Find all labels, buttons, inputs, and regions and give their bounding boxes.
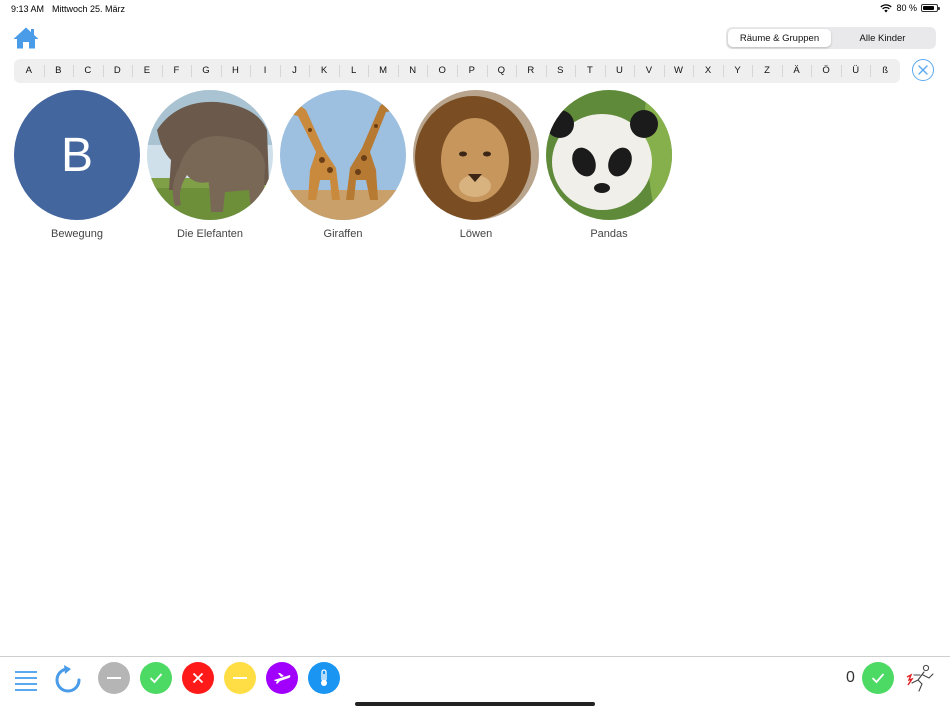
alphabet-letter[interactable]: G <box>191 59 221 83</box>
alphabet-letter[interactable]: Ö <box>811 59 841 83</box>
battery-icon <box>921 4 940 12</box>
home-icon <box>13 27 39 49</box>
alphabet-letter[interactable]: R <box>516 59 546 83</box>
alphabet-letter[interactable]: B <box>43 59 74 83</box>
home-indicator <box>355 702 595 706</box>
status-right: 80 % <box>880 3 940 13</box>
alphabet-letter[interactable]: E <box>132 59 162 83</box>
alphabet-letter[interactable]: W <box>663 59 694 83</box>
group-label: Löwen <box>459 228 493 240</box>
thermometer-icon <box>321 669 327 686</box>
airplane-icon <box>274 673 291 684</box>
segment-rooms-groups[interactable]: Räume & Gruppen <box>728 29 831 47</box>
view-segmented-control: Räume & Gruppen Alle Kinder <box>726 27 936 49</box>
alphabet-letter[interactable]: F <box>161 59 192 83</box>
giraffes-photo <box>280 90 406 220</box>
check-icon <box>871 673 885 684</box>
group-item-bewegung[interactable]: B Bewegung <box>14 90 140 240</box>
alphabet-letter[interactable]: Ä <box>781 59 812 83</box>
status-time: 9:13 AM <box>11 4 45 14</box>
alphabet-letter[interactable]: L <box>338 59 369 83</box>
status-present-button[interactable] <box>140 662 172 694</box>
elephants-photo <box>147 90 273 220</box>
refresh-button[interactable] <box>54 664 84 699</box>
present-count: 0 <box>846 669 855 686</box>
alphabet-index-bar: ABCDEFGHIJKLMNOPQRSTUVWXYZÄÖÜß <box>14 59 900 83</box>
alphabet-letter[interactable]: V <box>634 59 664 83</box>
alphabet-letter[interactable]: C <box>73 59 103 83</box>
status-date: Mittwoch 25. März <box>52 4 126 14</box>
alphabet-letter[interactable]: Q <box>486 59 517 83</box>
alphabet-letter[interactable]: M <box>368 59 398 83</box>
alphabet-letter[interactable]: Y <box>722 59 753 83</box>
group-avatar-initial: B <box>14 90 140 220</box>
group-label: Pandas <box>590 228 628 240</box>
group-item-die-elefanten[interactable]: Die Elefanten <box>147 90 273 240</box>
group-item-pandas[interactable]: Pandas <box>546 90 672 240</box>
alphabet-letter[interactable]: U <box>604 59 635 83</box>
battery-percent: 80 % <box>896 3 917 13</box>
alphabet-letter[interactable]: N <box>397 59 428 83</box>
status-absent-button[interactable] <box>98 662 130 694</box>
status-missing-button[interactable] <box>182 662 214 694</box>
alphabet-letter[interactable]: P <box>456 59 487 83</box>
alphabet-letter[interactable]: H <box>220 59 251 83</box>
group-label: Bewegung <box>51 228 103 240</box>
alphabet-letter[interactable]: T <box>575 59 605 83</box>
segment-all-children[interactable]: Alle Kinder <box>831 29 934 47</box>
lion-photo <box>413 90 539 220</box>
status-excused-button[interactable] <box>224 662 256 694</box>
home-button[interactable] <box>12 26 40 50</box>
refresh-icon <box>55 665 81 693</box>
group-list: B Bewegung Die Elefanten Giraffen Löwen … <box>14 90 679 240</box>
alphabet-letter[interactable]: J <box>279 59 310 83</box>
close-icon <box>918 65 928 75</box>
group-label: Die Elefanten <box>176 228 244 240</box>
check-icon <box>149 673 163 684</box>
alphabet-letter[interactable]: K <box>309 59 339 83</box>
alphabet-letter[interactable]: ß <box>870 59 900 83</box>
clear-filter-button[interactable] <box>912 59 934 81</box>
menu-button[interactable] <box>15 671 37 691</box>
cross-icon <box>192 672 204 684</box>
status-bar: 9:13 AM Mittwoch 25. März 80 % <box>0 0 950 18</box>
status-sick-button[interactable] <box>308 662 340 694</box>
minus-icon <box>233 677 247 679</box>
group-label: Giraffen <box>323 228 363 240</box>
status-vacation-button[interactable] <box>266 662 298 694</box>
alphabet-letter[interactable]: Ü <box>840 59 871 83</box>
alphabet-letter[interactable]: I <box>250 59 280 83</box>
group-item-giraffen[interactable]: Giraffen <box>280 90 406 240</box>
emergency-exit-button[interactable] <box>904 663 936 698</box>
alphabet-letter[interactable]: Z <box>752 59 782 83</box>
minus-icon <box>107 677 121 679</box>
alphabet-letter[interactable]: S <box>545 59 576 83</box>
group-item-loewen[interactable]: Löwen <box>413 90 539 240</box>
alphabet-letter[interactable]: D <box>102 59 133 83</box>
panda-photo <box>546 90 672 220</box>
alphabet-letter[interactable]: X <box>693 59 723 83</box>
alphabet-letter[interactable]: O <box>427 59 457 83</box>
wifi-icon <box>880 3 893 12</box>
running-person-icon <box>906 664 934 692</box>
confirm-all-button[interactable] <box>862 662 894 694</box>
alphabet-letter[interactable]: A <box>14 59 44 83</box>
